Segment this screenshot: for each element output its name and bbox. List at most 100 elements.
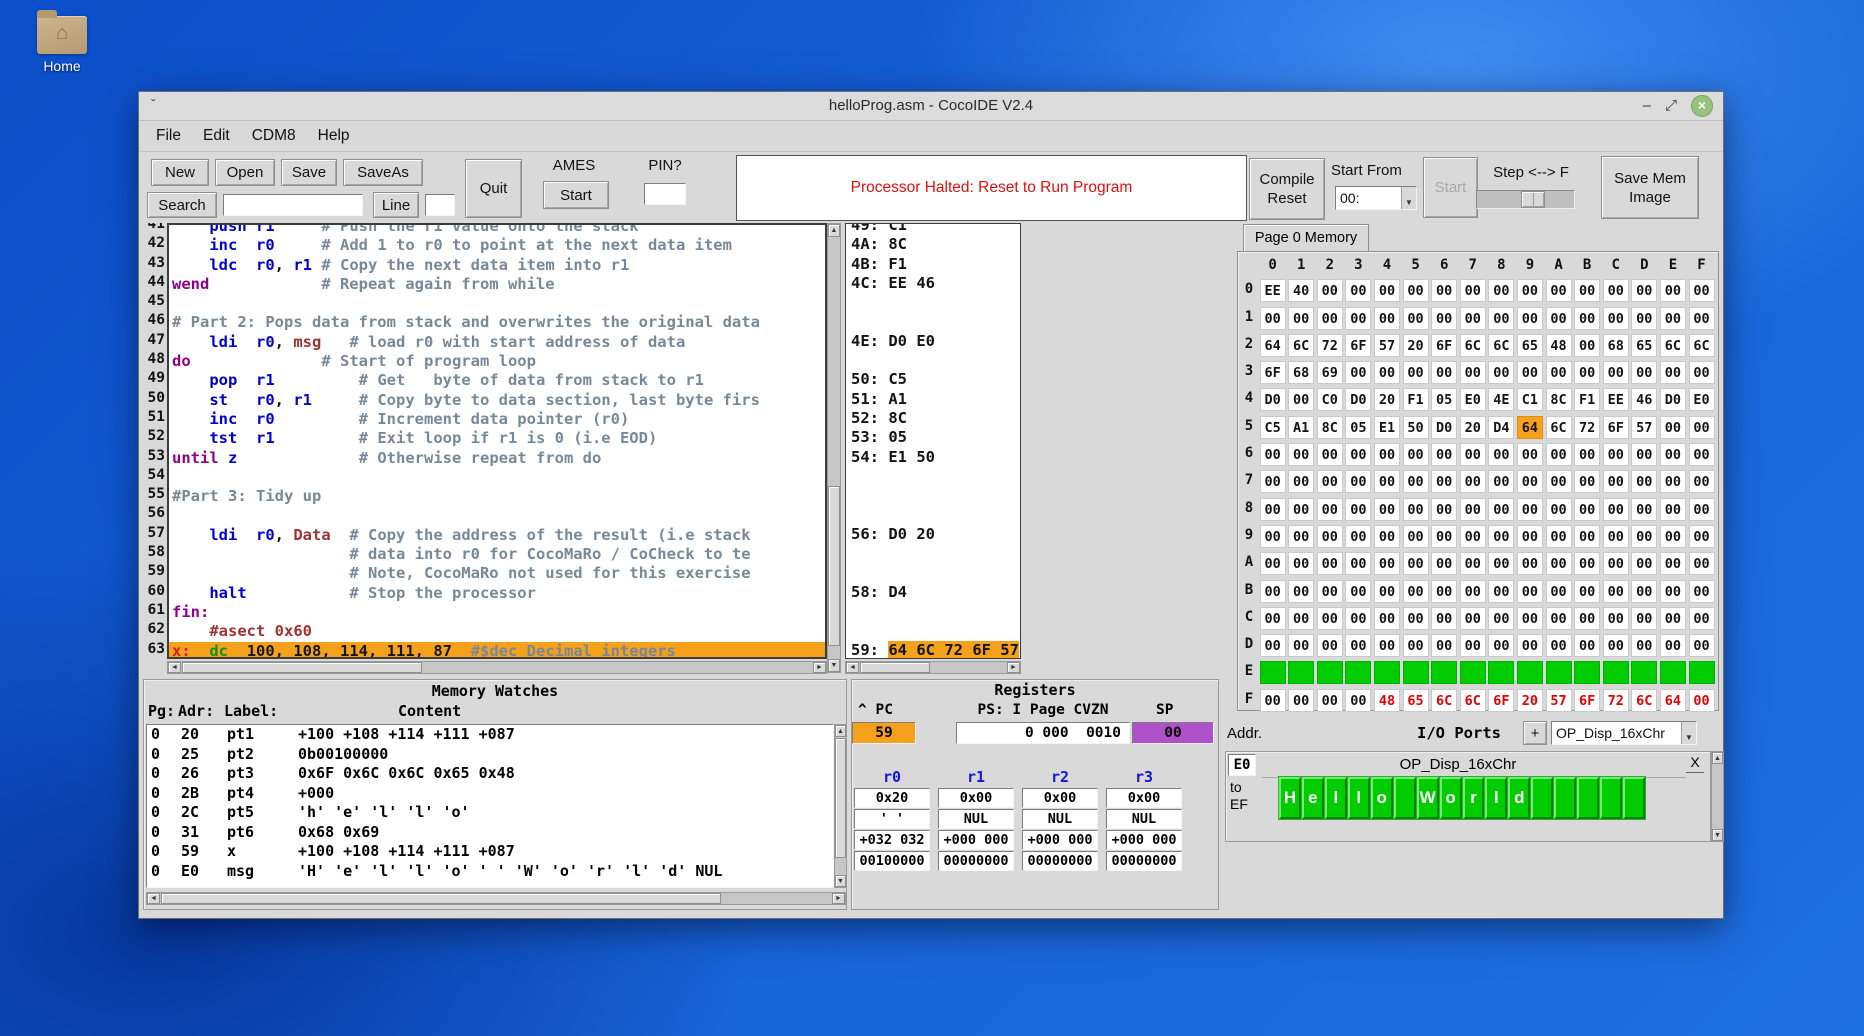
memory-cell[interactable]: 00 [1689, 607, 1715, 630]
memory-cell[interactable]: 00 [1317, 580, 1343, 603]
memory-cell[interactable]: 57 [1631, 416, 1657, 439]
memory-cell[interactable]: 00 [1374, 525, 1400, 548]
memory-cell[interactable]: 00 [1574, 552, 1600, 575]
down-arrow-icon[interactable]: ▼ [1714, 832, 1721, 839]
down-arrow-icon[interactable]: ▼ [831, 662, 838, 669]
memory-cell[interactable]: 00 [1488, 498, 1514, 521]
memory-cell[interactable]: F1 [1403, 388, 1429, 411]
memory-cell[interactable]: 00 [1345, 552, 1371, 575]
memory-cell[interactable]: 00 [1317, 607, 1343, 630]
watches-vscrollbar-thumb[interactable] [835, 738, 846, 858]
memory-cell[interactable]: 00 [1574, 361, 1600, 384]
memory-cell[interactable]: 00 [1431, 279, 1457, 302]
maximize-icon[interactable]: ⤢ [1665, 96, 1677, 116]
memory-cell[interactable]: 00 [1288, 388, 1314, 411]
memory-cell[interactable]: C1 [1517, 388, 1543, 411]
register-value[interactable]: 0x00 [1106, 788, 1182, 808]
memory-cell[interactable]: 00 [1488, 470, 1514, 493]
memory-cell[interactable] [1660, 661, 1686, 684]
start-from-select[interactable]: 00: ▼ [1335, 186, 1417, 210]
memory-cell[interactable] [1517, 661, 1543, 684]
memory-cell[interactable]: 00 [1460, 307, 1486, 330]
memory-cell[interactable]: 65 [1517, 334, 1543, 357]
memory-cell[interactable]: 40 [1288, 279, 1314, 302]
watches-hscrollbar[interactable]: ◄ ► [146, 892, 846, 905]
memory-cell[interactable]: 6F [1488, 689, 1514, 712]
memory-cell[interactable]: 00 [1403, 470, 1429, 493]
memory-cell[interactable]: 00 [1574, 334, 1600, 357]
memory-cell[interactable]: 00 [1517, 470, 1543, 493]
line-button[interactable]: Line [373, 192, 419, 218]
memory-cell[interactable]: D4 [1488, 416, 1514, 439]
memory-cell[interactable]: 00 [1631, 279, 1657, 302]
memory-cell[interactable]: 6C [1288, 334, 1314, 357]
memory-cell[interactable]: 00 [1317, 552, 1343, 575]
memory-cell[interactable]: 6C [1488, 334, 1514, 357]
memory-cell[interactable]: 00 [1603, 279, 1629, 302]
memory-cell[interactable]: 00 [1660, 580, 1686, 603]
memory-cell[interactable]: 00 [1517, 525, 1543, 548]
memory-cell[interactable]: 00 [1260, 580, 1286, 603]
register-value[interactable]: 00000000 [938, 851, 1014, 871]
memory-cell[interactable]: 00 [1317, 470, 1343, 493]
memory-cell[interactable]: 00 [1660, 634, 1686, 657]
register-value[interactable]: +000 000 [1022, 830, 1098, 850]
memory-cell[interactable]: 00 [1345, 634, 1371, 657]
memory-cell[interactable]: 00 [1631, 307, 1657, 330]
memory-cell[interactable]: 00 [1431, 361, 1457, 384]
memory-cell[interactable]: 00 [1546, 552, 1572, 575]
memory-cell[interactable]: 69 [1317, 361, 1343, 384]
memory-cell[interactable]: 00 [1345, 580, 1371, 603]
memory-cell[interactable]: 00 [1317, 307, 1343, 330]
memory-cell[interactable]: 00 [1689, 525, 1715, 548]
memory-cell[interactable]: 6F [1574, 689, 1600, 712]
hex-hscrollbar[interactable]: ◄ ► [845, 661, 1021, 674]
memory-cell[interactable]: 00 [1574, 307, 1600, 330]
memory-cell[interactable]: 6C [1460, 689, 1486, 712]
memory-cell[interactable]: EE [1260, 279, 1286, 302]
search-button[interactable]: Search [147, 192, 217, 218]
sp-value[interactable]: 00 [1132, 722, 1214, 744]
memory-cell[interactable]: 48 [1546, 334, 1572, 357]
memory-cell[interactable] [1460, 661, 1486, 684]
memory-cell[interactable]: 50 [1403, 416, 1429, 439]
memory-cell[interactable]: 00 [1517, 443, 1543, 466]
step-slider[interactable] [1476, 190, 1575, 209]
memory-cell[interactable]: 00 [1517, 552, 1543, 575]
memory-cell[interactable]: 00 [1403, 580, 1429, 603]
memory-cell[interactable]: 6F [1603, 416, 1629, 439]
memory-cell[interactable]: 4E [1488, 388, 1514, 411]
memory-cell[interactable]: 00 [1431, 307, 1457, 330]
memory-cell[interactable]: 00 [1574, 279, 1600, 302]
memory-cell[interactable]: 00 [1517, 279, 1543, 302]
left-arrow-icon[interactable]: ◄ [849, 664, 856, 671]
memory-cell[interactable]: 00 [1317, 443, 1343, 466]
memory-cell[interactable]: 00 [1546, 634, 1572, 657]
memory-cell[interactable]: 00 [1403, 552, 1429, 575]
memory-cell[interactable]: 00 [1345, 361, 1371, 384]
memory-cell[interactable]: EE [1603, 388, 1629, 411]
right-arrow-icon[interactable]: ► [835, 895, 842, 902]
memory-cell[interactable]: 65 [1403, 689, 1429, 712]
memory-cell[interactable]: 00 [1488, 634, 1514, 657]
memory-cell[interactable]: 20 [1460, 416, 1486, 439]
memory-cell[interactable]: 00 [1603, 634, 1629, 657]
left-arrow-icon[interactable]: ◄ [171, 664, 178, 671]
memory-cell[interactable]: 00 [1689, 416, 1715, 439]
memory-cell[interactable]: 05 [1345, 416, 1371, 439]
memory-cell[interactable]: 00 [1689, 552, 1715, 575]
memory-cell[interactable]: 20 [1374, 388, 1400, 411]
memory-cell[interactable]: 00 [1660, 498, 1686, 521]
memory-cell[interactable]: 00 [1260, 443, 1286, 466]
memory-cell[interactable]: 00 [1288, 470, 1314, 493]
memory-cell[interactable]: 00 [1431, 470, 1457, 493]
memory-cell[interactable] [1260, 661, 1286, 684]
memory-cell[interactable]: 6C [1546, 416, 1572, 439]
memory-cell[interactable]: 00 [1574, 443, 1600, 466]
memory-cell[interactable] [1403, 661, 1429, 684]
memory-cell[interactable]: 00 [1317, 279, 1343, 302]
memory-cell[interactable]: 00 [1660, 525, 1686, 548]
memory-cell[interactable]: 00 [1431, 607, 1457, 630]
memory-cell[interactable]: F1 [1574, 388, 1600, 411]
memory-cell[interactable]: 48 [1374, 689, 1400, 712]
